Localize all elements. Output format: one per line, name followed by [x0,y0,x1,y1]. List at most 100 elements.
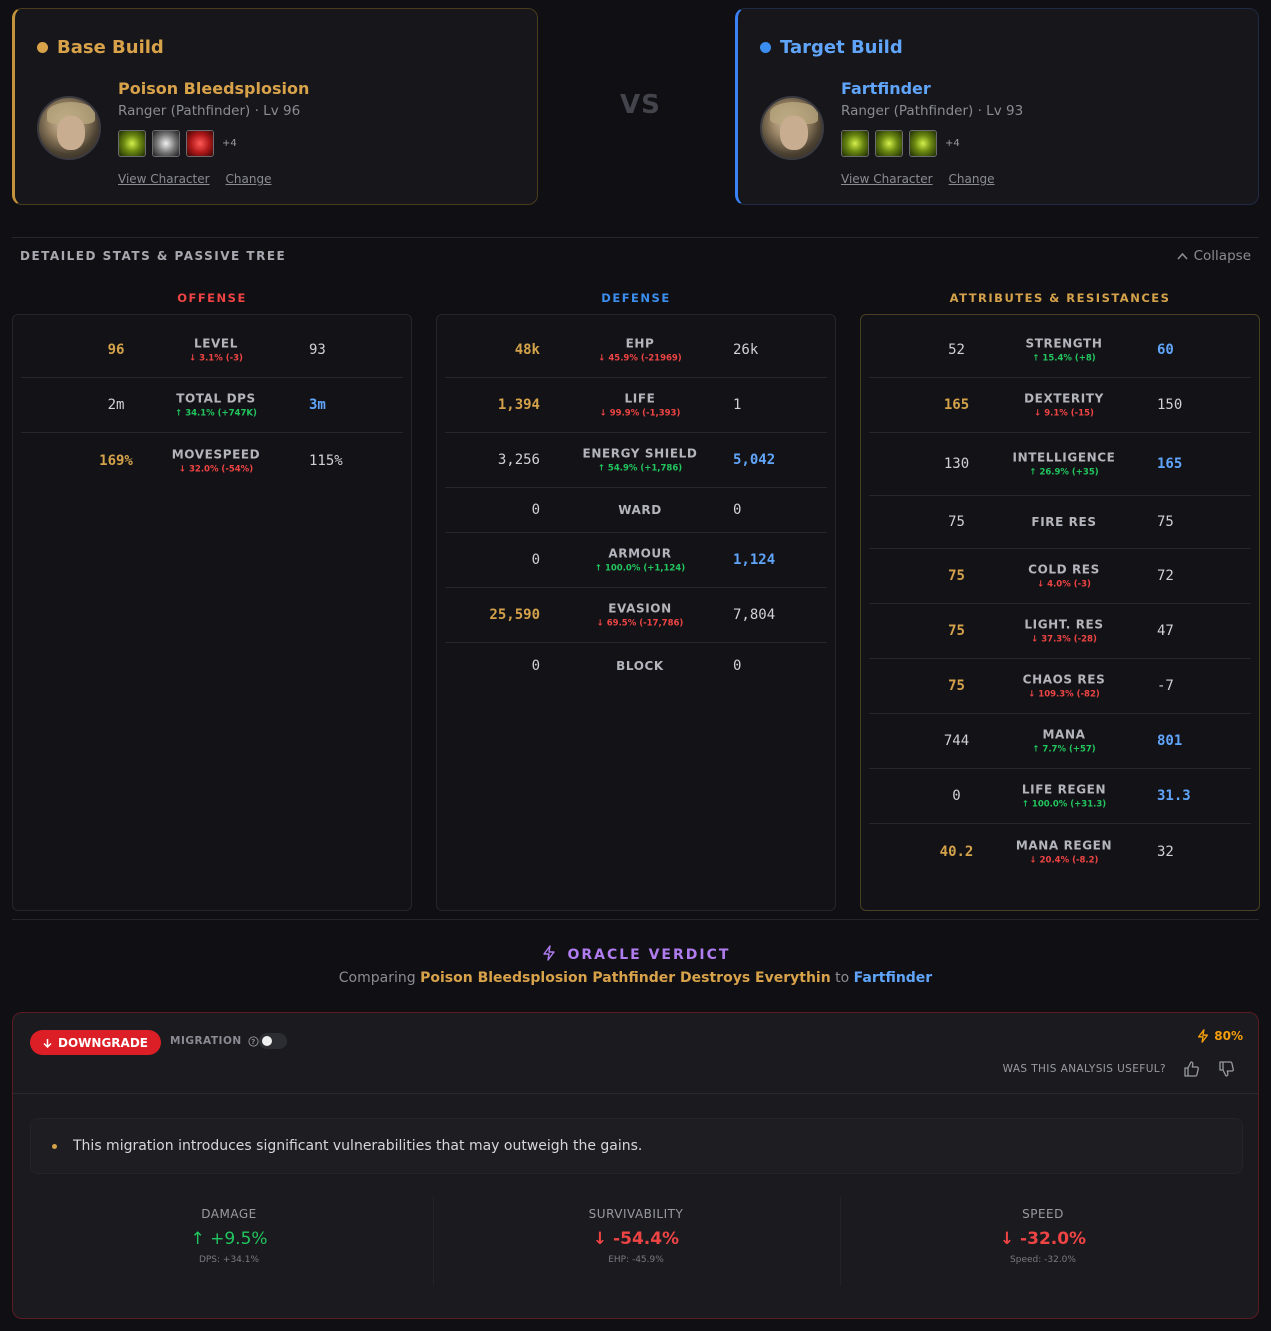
stat-label: INTELLIGENCE [1012,450,1116,465]
offense-heading: OFFENSE [177,291,247,305]
stat-row-intelligence: 130 INTELLIGENCE ↑ 26.9% (+35) 165 [869,433,1251,496]
stat-delta: ↓ 109.3% (-82) [1028,689,1100,700]
more-gems-count: +4 [222,138,237,149]
stat-delta: ↓ 69.5% (-17,786) [596,618,684,629]
stat-label: MOVESPEED [171,447,261,461]
more-gems-count: +4 [945,138,960,149]
verdict-summary: This migration introduces significant vu… [30,1118,1243,1174]
base-character-name: Poison Bleedsplosion [118,79,310,98]
metric-label: DAMAGE [201,1207,257,1221]
stat-label: EHP [625,336,655,351]
downgrade-label: DOWNGRADE [58,1035,148,1050]
stat-row-block: 0 BLOCK 0 [445,643,827,688]
target-value: 31.3 [1157,788,1191,804]
migration-text: MIGRATION [170,1035,242,1047]
target-value: 801 [1157,733,1183,749]
target-value: 0 [733,502,742,518]
metric-value: ↓ -54.4% [592,1229,680,1249]
stat-delta: ↓ 3.1% (-3) [189,353,243,364]
stat-label-group: LEVEL ↓ 3.1% (-3) [151,337,281,364]
stat-label-group: TOTAL DPS ↑ 34.1% (+747K) [151,392,281,419]
target-build-title-text: Target Build [780,37,903,58]
oracle-verdict-label: ORACLE VERDICT [567,947,731,963]
metric-label: SPEED [1022,1207,1064,1221]
target-change-link[interactable]: Change [949,172,995,186]
stat-label-group: CHAOS RES ↓ 109.3% (-82) [999,673,1129,700]
metric-value: ↓ -32.0% [999,1229,1087,1249]
target-value: 1,124 [733,552,776,568]
oracle-verdict-title: ORACLE VERDICT [0,945,1271,963]
base-change-link[interactable]: Change [226,172,272,186]
stat-delta: ↓ 37.3% (-28) [1031,634,1097,645]
stat-delta: ↓ 99.9% (-1,393) [599,408,681,419]
stat-row-evasion: 25,590 EVASION ↓ 69.5% (-17,786) 7,804 [445,588,827,643]
skill-gem-icon [909,130,937,157]
verdict-divider [12,919,1259,920]
skill-gem-icon [841,130,869,157]
stat-row-light-res: 75 LIGHT. RES ↓ 37.3% (-28) 47 [869,604,1251,659]
stat-row-chaos-res: 75 CHAOS RES ↓ 109.3% (-82) -7 [869,659,1251,714]
target-value: 115% [309,452,343,469]
target-value: 1 [733,397,742,413]
stat-delta: ↑ 15.4% (+8) [1032,353,1096,364]
stat-row-movespeed: 169% MOVESPEED ↓ 32.0% (-54%) 115% [21,433,403,488]
feedback-question: WAS THIS ANALYSIS USEFUL? [1002,1063,1166,1075]
stat-row-armour: 0 ARMOUR ↑ 100.0% (+1,124) 1,124 [445,533,827,588]
target-view-character-link[interactable]: View Character [841,172,933,186]
target-skill-gems: +4 [841,130,960,157]
base-build-title: Base Build [37,37,164,58]
stat-label-group: ARMOUR ↑ 100.0% (+1,124) [575,547,705,574]
target-value: 47 [1157,623,1174,639]
help-icon: ? [248,1035,259,1047]
migration-toggle[interactable] [259,1033,287,1049]
target-value: 7,804 [733,607,776,623]
stat-label: CHAOS RES [1022,672,1106,687]
comparing-text: Comparing [338,970,416,986]
verdict-summary-text: This migration introduces significant vu… [73,1138,643,1154]
stat-label: LIGHT. RES [1024,617,1104,632]
collapse-button[interactable]: Collapse [1177,248,1251,264]
stat-label-group: STRENGTH ↑ 15.4% (+8) [999,337,1129,364]
base-dot-icon [37,42,48,53]
target-value: 32 [1157,843,1174,860]
skill-gem-icon [875,130,903,157]
stat-delta: ↑ 54.9% (+1,786) [597,463,683,474]
target-build-card: Target Build Fartfinder Ranger (Pathfind… [735,8,1259,205]
downgrade-badge: DOWNGRADE [30,1030,161,1055]
skill-gem-icon [186,130,214,157]
stat-delta: ↓ 45.9% (-21969) [598,353,682,364]
survivability-metric: SURVIVABILITY ↓ -54.4% EHP: -45.9% [436,1196,836,1276]
stat-label-group: INTELLIGENCE ↑ 26.9% (+35) [999,451,1129,478]
thumbs-down-icon[interactable] [1217,1060,1235,1078]
stat-label-group: EVASION ↓ 69.5% (-17,786) [575,602,705,629]
confidence-value: 80% [1214,1029,1243,1043]
section-title: DETAILED STATS & PASSIVE TREE [20,249,287,263]
base-build-card: Base Build Poison Bleedsplosion Ranger (… [12,8,538,205]
stat-label-group: LIFE REGEN ↑ 100.0% (+31.3) [999,783,1129,810]
stat-label-group: LIGHT. RES ↓ 37.3% (-28) [999,618,1129,645]
stat-label: EVASION [608,601,672,616]
collapse-label: Collapse [1193,248,1251,264]
base-character-class: Ranger (Pathfinder) · Lv 96 [118,103,301,119]
defense-heading: DEFENSE [601,291,671,305]
speed-metric: SPEED ↓ -32.0% Speed: -32.0% [843,1196,1243,1276]
stat-delta: ↓ 9.1% (-15) [1034,408,1094,419]
stat-label-group: ENERGY SHIELD ↑ 54.9% (+1,786) [575,447,705,474]
base-build-title-text: Base Build [57,37,164,58]
stat-row-total-dps: 2m TOTAL DPS ↑ 34.1% (+747K) 3m [21,378,403,433]
attributes-heading: ATTRIBUTES & RESISTANCES [949,291,1171,305]
target-value: 0 [733,657,742,674]
stat-delta: ↓ 4.0% (-3) [1037,579,1091,590]
thumbs-up-icon[interactable] [1182,1060,1200,1078]
metric-label: SURVIVABILITY [588,1207,684,1221]
base-view-character-link[interactable]: View Character [118,172,210,186]
metric-divider [433,1196,434,1286]
stat-label: FIRE RES [1031,515,1097,529]
stat-delta: ↑ 34.1% (+747K) [175,408,257,419]
metric-value: ↑ +9.5% [190,1229,268,1249]
target-value: 26k [733,342,759,358]
stat-label: LIFE [624,391,656,406]
metric-sub: Speed: -32.0% [1010,1255,1076,1265]
target-value: 5,042 [733,452,776,468]
stat-label: DEXTERITY [1024,391,1104,406]
